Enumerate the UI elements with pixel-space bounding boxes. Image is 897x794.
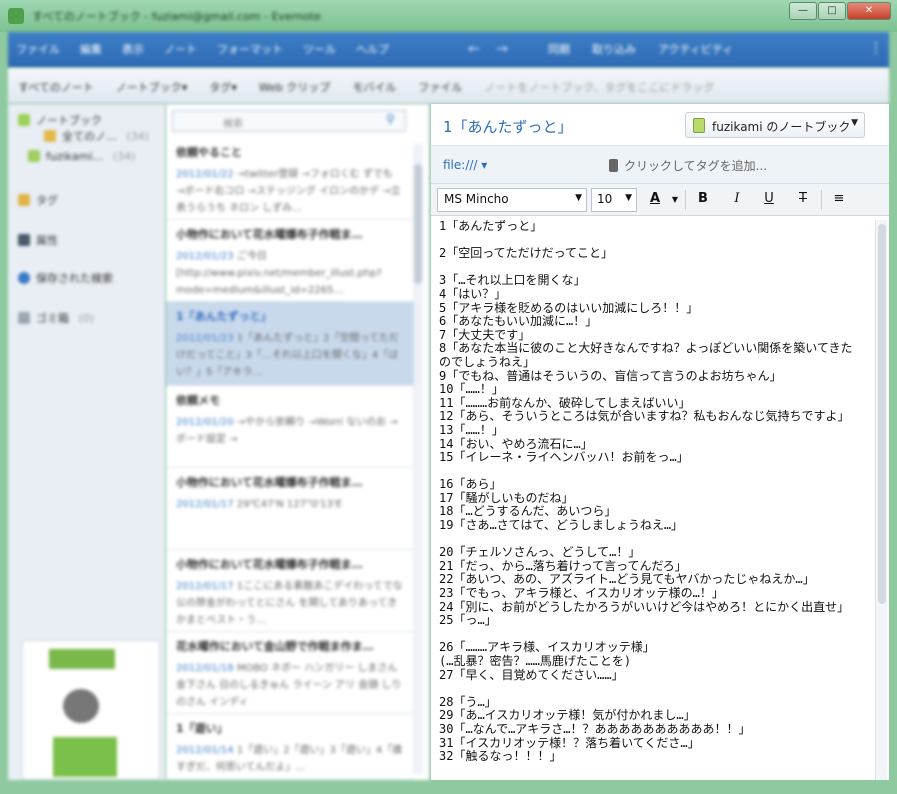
note-thumbnail-preview <box>22 640 160 780</box>
list-item[interactable]: 小物作において花水曜爆布子作戦ま… 2012/01/17 1ここにある素敵あこデ… <box>166 550 414 632</box>
format-toolbar: MS Mincho ▼ 10 ▼ A ▼ B I U T ≡ <box>431 184 889 216</box>
menu-format[interactable]: フォーマット <box>217 41 283 57</box>
sidebar-item-all-notebooks[interactable]: 全てのノ… (34) <box>44 128 149 144</box>
menu-file[interactable]: ファイル <box>16 41 60 57</box>
note-editor: 1「あんたずっと」 fuzikami のノートブック ▼ file:/// ▾ … <box>431 104 889 780</box>
more-options-icon[interactable]: ⋮ <box>869 40 883 56</box>
chevron-down-icon: ▼ <box>625 193 632 203</box>
underline-button[interactable]: U <box>759 191 779 206</box>
stack-icon <box>44 130 56 142</box>
editor-header: 1「あんたずっと」 fuzikami のノートブック ▼ <box>431 104 889 146</box>
tag-icon <box>18 194 30 206</box>
menu-bar: ファイル 編集 表示 ノート フォーマット ツール ヘルプ ← → 同期 取り込… <box>8 32 889 68</box>
note-meta-bar: file:/// ▾ クリックしてタグを追加... <box>431 146 889 184</box>
file-filter[interactable]: ファイル <box>418 79 462 95</box>
all-notes-button[interactable]: すべてのノート <box>18 79 94 95</box>
menu-help[interactable]: ヘルプ <box>356 41 389 57</box>
list-item[interactable]: 依頼やること 2012/01/22 →twitter登録 →フォロくむ ずでも … <box>166 138 414 220</box>
note-body[interactable]: 1「あんたずっと」 2「空回ってただけだってこと」 3「…それ以上口を開くな」 … <box>439 220 859 780</box>
secondary-toolbar: すべてのノート ノートブック▾ タグ▾ Web クリップ モバイル ファイル ノ… <box>8 68 889 104</box>
back-arrow-icon[interactable]: ← <box>468 41 480 57</box>
sidebar-item-fuzikami-notebook[interactable]: fuzikami… (34) <box>28 150 135 163</box>
attribute-icon <box>18 234 30 246</box>
list-item[interactable]: 花水曜作において金山野で作戦ま作ま… 2012/01/18 MOBO ネボー ハ… <box>166 632 414 714</box>
text-color-button[interactable]: A <box>645 191 665 206</box>
notebook-icon <box>18 114 30 126</box>
evernote-app-icon <box>8 8 24 24</box>
font-family-select[interactable]: MS Mincho ▼ <box>437 188 587 212</box>
sidebar-item-tags[interactable]: タグ <box>18 192 58 208</box>
strikethrough-button[interactable]: T <box>793 191 813 206</box>
sync-button[interactable]: 同期 <box>548 41 570 57</box>
drop-hint: ノートをノートブック、タグをここにドラッグ <box>484 81 715 94</box>
menu-view[interactable]: 表示 <box>122 41 144 57</box>
search-icon <box>18 272 30 284</box>
trash-icon <box>18 312 30 324</box>
font-size-select[interactable]: 10 ▼ <box>591 188 637 212</box>
close-button[interactable]: ✕ <box>847 2 891 20</box>
align-left-button[interactable]: ≡ <box>829 191 849 206</box>
window-titlebar: すべてのノートブック - fuziami@gmail.com - Evernot… <box>0 0 897 32</box>
tag-icon <box>609 159 618 172</box>
editor-scrollbar[interactable] <box>875 220 887 780</box>
forward-arrow-icon[interactable]: → <box>496 41 508 57</box>
chevron-down-icon: ▼ <box>851 118 858 128</box>
text-color-chevron-icon[interactable]: ▼ <box>665 195 685 204</box>
sidebar-item-saved-searches[interactable]: 保存された検索 <box>18 270 113 286</box>
bold-button[interactable]: B <box>693 191 713 206</box>
list-item-selected[interactable]: 1「あんたずっと」 2012/01/23 1「あんたずっと」2「空間ってただけだ… <box>166 302 414 386</box>
list-item[interactable]: 小物作において花水曜爆布子作戦ま… 2012/01/17 29℃47'N 127… <box>166 468 414 550</box>
menu-tools[interactable]: ツール <box>303 41 336 57</box>
add-tag-field[interactable]: クリックしてタグを追加... <box>609 157 767 174</box>
minimize-button[interactable]: — <box>789 2 817 20</box>
source-url-link[interactable]: file:/// ▾ <box>443 158 487 172</box>
sidebar-item-notebooks[interactable]: ノートブック <box>18 112 102 128</box>
sidebar: ノートブック 全てのノ… (34) fuzikami… (34) タグ 属性 保… <box>8 104 166 780</box>
notebook-icon <box>693 118 705 133</box>
list-item[interactable]: 小物作において花水曜爆布子作戦ま… 2012/01/23 ご今日 [http:/… <box>166 220 414 302</box>
window-title: すべてのノートブック - fuziami@gmail.com - Evernot… <box>32 10 321 23</box>
note-list: 検索 ⚲ 依頼やること 2012/01/22 →twitter登録 →フォロくむ… <box>166 104 430 780</box>
web-clip-filter[interactable]: Web クリップ <box>259 79 330 95</box>
mobile-filter[interactable]: モバイル <box>352 79 396 95</box>
sidebar-item-attributes[interactable]: 属性 <box>18 232 58 248</box>
import-button[interactable]: 取り込み <box>592 41 636 57</box>
list-item[interactable]: 依頼メモ 2012/01/20 →やから依頼り →Worri ないのお →ボード… <box>166 386 414 468</box>
notebook-icon <box>28 150 40 162</box>
notebook-filter[interactable]: ノートブック▾ <box>116 79 188 95</box>
note-list-scrollbar[interactable] <box>413 144 423 774</box>
chevron-down-icon: ▼ <box>575 193 582 203</box>
tag-filter[interactable]: タグ▾ <box>209 79 237 95</box>
search-icon[interactable]: ⚲ <box>386 112 395 126</box>
notebook-selector[interactable]: fuzikami のノートブック ▼ <box>685 112 865 138</box>
activity-button[interactable]: アクティビティ <box>658 41 733 57</box>
list-item[interactable]: 1「遊い」 2012/01/14 1「遊い」2「遊い」3「遊い」4「誰すぎだ、何… <box>166 714 414 780</box>
menu-note[interactable]: ノート <box>164 41 197 57</box>
italic-button[interactable]: I <box>727 191 747 206</box>
menu-edit[interactable]: 編集 <box>80 41 102 57</box>
window-controls: — □ ✕ <box>788 2 891 20</box>
maximize-button[interactable]: □ <box>818 2 846 20</box>
sidebar-item-trash[interactable]: ゴミ箱 (0) <box>18 310 94 326</box>
note-title[interactable]: 1「あんたずっと」 <box>443 116 573 137</box>
search-input[interactable]: 検索 <box>172 110 406 132</box>
